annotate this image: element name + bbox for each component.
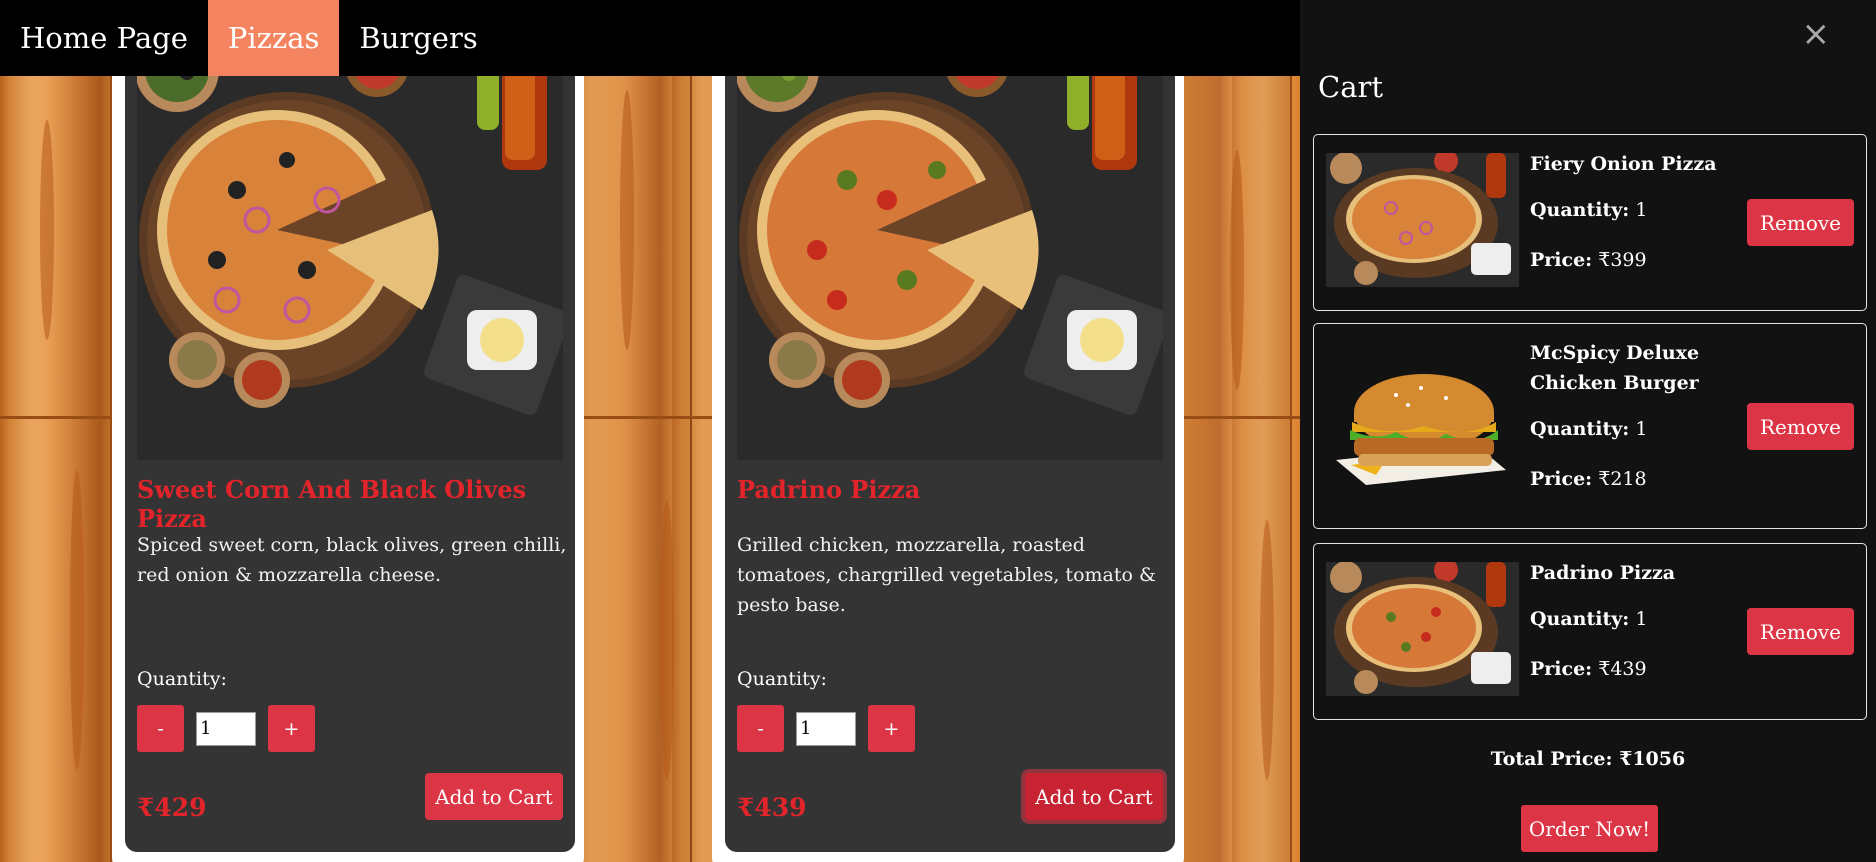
cart-item-quantity: Quantity: 1 xyxy=(1530,199,1647,221)
quantity-stepper: - + xyxy=(737,705,915,752)
cart-item: Padrino Pizza Quantity: 1 Price: ₹439 Re… xyxy=(1313,543,1867,720)
product-price: ₹439 xyxy=(737,793,807,822)
quantity-value: 1 xyxy=(1629,199,1648,221)
add-to-cart-button[interactable]: Add to Cart xyxy=(1025,773,1163,820)
cart-item-price: Price: ₹439 xyxy=(1530,658,1647,680)
cart-item: Fiery Onion Pizza Quantity: 1 Price: ₹39… xyxy=(1313,134,1867,311)
cart-total: Total Price: ₹1056 xyxy=(1490,748,1686,770)
top-nav: Home Page Pizzas Burgers xyxy=(0,0,1300,76)
quantity-value: 1 xyxy=(1629,418,1648,440)
increment-button[interactable]: + xyxy=(268,705,315,752)
pizza-thumbnail-icon xyxy=(1326,562,1519,696)
decrement-button[interactable]: - xyxy=(737,705,784,752)
product-card: Sweet Corn And Black Olives Pizza Spiced… xyxy=(125,60,575,852)
cart-item-name: Fiery Onion Pizza xyxy=(1530,153,1717,175)
price-label: Price: xyxy=(1530,658,1593,680)
quantity-input[interactable] xyxy=(196,711,256,746)
quantity-label: Quantity: xyxy=(1530,418,1630,440)
product-description: Grilled chicken, mozzarella, roasted tom… xyxy=(737,534,1156,616)
wood-grain xyxy=(1230,150,1244,390)
close-icon[interactable]: × xyxy=(1802,14,1831,54)
price-label: Price: xyxy=(1530,249,1593,271)
cart-item-name: McSpicy Deluxe Chicken Burger xyxy=(1530,342,1700,394)
product-description: Spiced sweet corn, black olives, green c… xyxy=(137,534,567,586)
remove-button[interactable]: Remove xyxy=(1747,199,1854,246)
cart-item-quantity: Quantity: 1 xyxy=(1530,418,1647,440)
price-label: Price: xyxy=(1530,468,1593,490)
nav-pizzas[interactable]: Pizzas xyxy=(207,0,340,76)
cart-title: Cart xyxy=(1318,70,1383,104)
quantity-label: Quantity: xyxy=(137,668,227,690)
quantity-label: Quantity: xyxy=(1530,608,1630,630)
pizza-thumbnail-icon xyxy=(1326,153,1519,287)
wood-plank xyxy=(1180,0,1292,862)
cart-item-price: Price: ₹218 xyxy=(1530,468,1647,490)
product-card: Padrino Pizza Grilled chicken, mozzarell… xyxy=(725,60,1175,852)
quantity-stepper: - + xyxy=(137,705,315,752)
cart-item-name: Padrino Pizza xyxy=(1530,562,1676,584)
burger-thumbnail-icon xyxy=(1326,360,1519,494)
wood-grain xyxy=(620,90,634,350)
wood-plank xyxy=(0,0,112,862)
add-to-cart-button[interactable]: Add to Cart xyxy=(425,773,563,820)
cart-panel: × Cart Fiery Onion Pizza Quantity: 1 Pri… xyxy=(1300,0,1876,862)
cart-item-quantity: Quantity: 1 xyxy=(1530,608,1647,630)
quantity-label: Quantity: xyxy=(737,668,827,690)
nav-home[interactable]: Home Page xyxy=(0,0,208,76)
remove-button[interactable]: Remove xyxy=(1747,608,1854,655)
order-now-button[interactable]: Order Now! xyxy=(1521,805,1658,852)
wood-grain xyxy=(70,470,84,770)
quantity-input[interactable] xyxy=(796,711,856,746)
price-value: ₹439 xyxy=(1592,658,1647,680)
cart-item-price: Price: ₹399 xyxy=(1530,249,1647,271)
product-title: Padrino Pizza xyxy=(737,475,921,504)
nav-burgers[interactable]: Burgers xyxy=(339,0,497,76)
quantity-value: 1 xyxy=(1629,608,1648,630)
wood-plank xyxy=(580,0,692,862)
remove-button[interactable]: Remove xyxy=(1747,403,1854,450)
price-value: ₹399 xyxy=(1592,249,1647,271)
pizza-photo-icon xyxy=(137,60,563,460)
quantity-label: Quantity: xyxy=(1530,199,1630,221)
cart-item: McSpicy Deluxe Chicken Burger Quantity: … xyxy=(1313,323,1867,529)
wood-grain xyxy=(1260,520,1274,780)
decrement-button[interactable]: - xyxy=(137,705,184,752)
price-value: ₹218 xyxy=(1592,468,1647,490)
increment-button[interactable]: + xyxy=(868,705,915,752)
product-price: ₹429 xyxy=(137,793,207,822)
pizza-photo-icon xyxy=(737,60,1163,460)
product-title: Sweet Corn And Black Olives Pizza xyxy=(137,475,527,533)
wood-grain xyxy=(660,500,674,780)
wood-grain xyxy=(40,120,54,340)
